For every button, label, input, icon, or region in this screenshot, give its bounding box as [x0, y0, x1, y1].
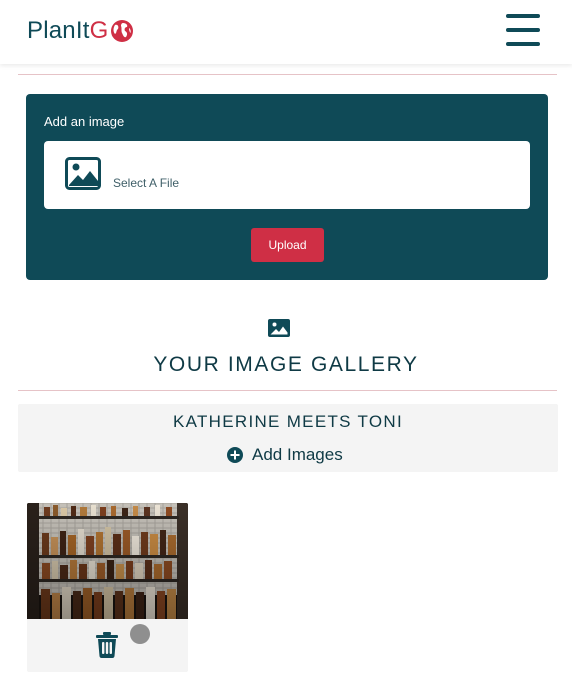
add-images-button[interactable]: Add Images	[227, 444, 343, 466]
gallery-title: YOUR IMAGE GALLERY	[153, 353, 419, 376]
trash-icon[interactable]	[96, 632, 118, 658]
file-select-placeholder: Select A File	[113, 176, 180, 190]
menu-bar	[506, 42, 540, 46]
section-divider	[18, 390, 557, 391]
image-icon	[65, 157, 101, 190]
logo-text-g: G	[89, 17, 109, 44]
menu-bar	[506, 14, 540, 18]
upload-label: Add an image	[44, 114, 125, 129]
album-bar: KATHERINE MEETS TONI Add Images	[18, 404, 558, 472]
plus-circle-icon	[227, 447, 243, 463]
upload-button[interactable]: Upload	[251, 228, 324, 262]
app-header: PlanIt G	[0, 0, 572, 64]
upload-panel: Add an image Select A File Upload	[26, 94, 548, 280]
logo-text-planit: PlanIt	[27, 17, 90, 44]
add-images-label: Add Images	[252, 445, 343, 464]
radio-dot-icon[interactable]	[130, 624, 150, 644]
gallery-image-card	[27, 503, 188, 672]
album-title: KATHERINE MEETS TONI	[172, 412, 404, 431]
section-divider	[18, 74, 557, 75]
globe-icon	[111, 20, 134, 42]
menu-bar	[506, 28, 540, 32]
file-select-box[interactable]: Select A File	[44, 141, 530, 209]
gallery-photo[interactable]	[27, 503, 188, 619]
app-logo[interactable]: PlanIt G	[27, 14, 134, 48]
hamburger-menu-icon[interactable]	[506, 14, 542, 46]
image-icon	[268, 319, 290, 337]
